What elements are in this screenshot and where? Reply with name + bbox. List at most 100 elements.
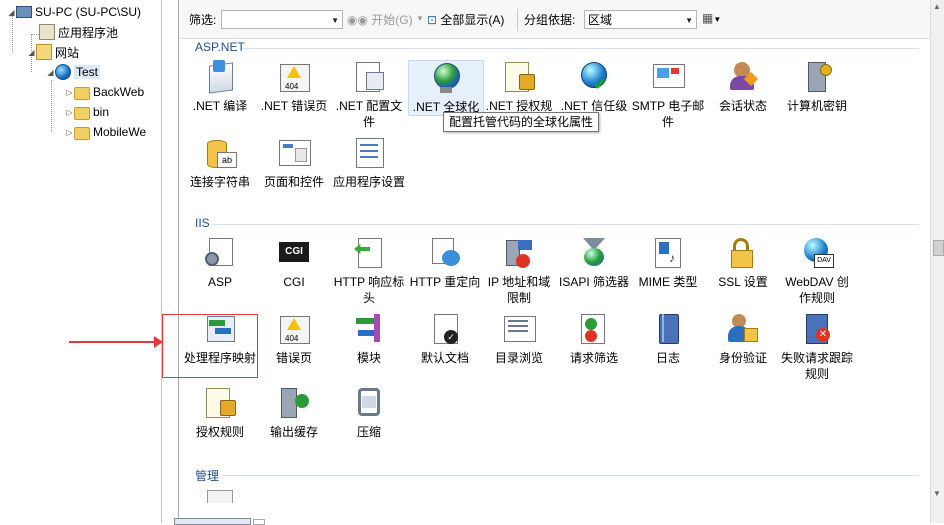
feature-asp[interactable]: ASP [183,236,257,290]
feature-net-trust-levels[interactable]: ✔ .NET 信任级 [557,60,631,114]
feature-pages-controls[interactable]: 页面和控件 [257,136,331,190]
content-view-tab[interactable] [253,519,265,525]
feature-webdav-authoring[interactable]: DAV WebDAV 创作规则 [780,236,854,306]
feature-authorization-rules[interactable]: 授权规则 [183,386,257,440]
feature-cgi[interactable]: CGI CGI [257,236,331,290]
tree-node-folder[interactable]: ▷ BackWeb [65,83,144,101]
feature-compression[interactable]: 压缩 [332,386,406,440]
feature-label: 模块 [356,351,381,365]
filter-toolbar: 筛选: ▼ ◉◉ 开始(G) ▼ ⊡ 全部显示(A) 分组依据: 区域 ▼ ▦▼ [179,0,931,39]
default-doc-icon: ✓ [428,312,462,346]
collapse-icon[interactable]: ◢ [46,68,55,77]
toolbar-separator [517,9,518,31]
feature-machine-key[interactable]: 计算机密钥 [780,60,854,114]
feature-label: 身份验证 [718,351,767,365]
feature-authentication[interactable]: 身份验证 [706,312,780,366]
feature-connection-strings[interactable]: ab 连接字符串 [183,136,257,190]
output-cache-icon [277,386,311,420]
expand-icon[interactable]: ▷ [65,88,74,97]
compile-icon [203,60,237,94]
scroll-up-icon[interactable]: ▲ [933,2,941,11]
feature-label: .NET 错误页 [260,99,328,113]
start-button[interactable]: ◉◉ 开始(G) [347,11,413,28]
feature-app-settings[interactable]: 应用程序设置 [332,136,406,190]
feature-net-profile[interactable]: .NET 配置文件 [332,60,406,130]
feature-http-redirect[interactable]: HTTP 重定向 [408,236,482,290]
feature-label: 输出缓存 [269,425,318,439]
expand-icon[interactable]: ▷ [65,108,74,117]
feature-mime-types[interactable]: ♪ MIME 类型 [631,236,705,290]
feature-label: MIME 类型 [638,275,698,289]
group-by-select[interactable]: 区域 ▼ [584,10,697,29]
feature-label: 页面和控件 [263,175,324,189]
feature-logging[interactable]: 日志 [631,312,705,366]
feature-label: 目录浏览 [494,351,543,365]
annotation-arrow [69,336,163,348]
tree-node-folder[interactable]: ▷ MobileWe [65,123,146,141]
error-page-icon: 404 [277,60,311,94]
tree-node-label: MobileWe [93,125,147,139]
tree-node-folder[interactable]: ▷ bin [65,103,109,121]
feature-failed-request-tracing[interactable]: ✕ 失败请求跟踪规则 [780,312,854,382]
feature-error-pages[interactable]: 404 错误页 [257,312,331,366]
feature-net-error-pages[interactable]: 404 .NET 错误页 [257,60,331,114]
vertical-scrollbar[interactable]: ▲ ▼ [930,0,944,523]
feature-directory-browsing[interactable]: 目录浏览 [482,312,556,366]
annotation-highlight-box [162,314,258,378]
feature-isapi-filters[interactable]: ISAPI 筛选器 [557,236,631,290]
feature-output-caching[interactable]: 输出缓存 [257,386,331,440]
globe-icon [55,64,71,80]
show-all-button[interactable]: ⊡ 全部显示(A) [427,11,504,28]
collapse-icon[interactable]: ◢ [7,8,16,17]
section-title-manage: 管理 [195,469,220,483]
scroll-thumb[interactable] [933,240,944,256]
dropdown-arrow-icon[interactable]: ▼ [331,11,339,30]
feature-net-authorization[interactable]: .NET 授权规 [482,60,556,114]
feature-net-compilation[interactable]: .NET 编译 [183,60,257,114]
view-button[interactable]: ▦▼ [702,11,721,25]
collapse-icon[interactable]: ◢ [27,48,36,57]
modules-icon [352,312,386,346]
binoculars-icon: ◉◉ [347,13,368,27]
group-by-label: 分组依据: [524,13,576,27]
pane-splitter[interactable] [161,0,162,523]
feature-label: 授权规则 [195,425,244,439]
feature-ssl-settings[interactable]: SSL 设置 [706,236,780,290]
expand-icon[interactable]: ▷ [65,128,74,137]
feature-http-response-headers[interactable]: HTTP 响应标头 [332,236,406,306]
feature-session-state[interactable]: 会话状态 [706,60,780,114]
feature-label: IP 地址和域限制 [487,275,551,305]
filter-input[interactable]: ▼ [221,10,343,29]
view-grid-icon: ▦ [702,11,714,25]
tree-node-label: BackWeb [93,85,145,99]
dropdown-arrow-icon[interactable]: ▼ [685,11,693,30]
pages-controls-icon [277,136,311,170]
feature-net-globalization[interactable]: .NET 全球化 [408,60,484,116]
feature-default-document[interactable]: ✓ 默认文档 [408,312,482,366]
log-icon [651,312,685,346]
scroll-down-icon[interactable]: ▼ [933,489,941,498]
tree-node-label: 网站 [55,45,80,60]
failed-request-icon: ✕ [800,312,834,346]
tree-node-server[interactable]: ◢ SU-PC (SU-PC\SU) [7,3,141,21]
start-label: 开始(G) [371,13,413,27]
tree-node-app-pools[interactable]: 应用程序池 [39,23,118,41]
tree-node-site-test[interactable]: ◢ Test [46,63,101,81]
feature-modules[interactable]: 模块 [332,312,406,366]
response-header-icon [352,236,386,270]
feature-ip-domain-restrictions[interactable]: IP 地址和域限制 [482,236,556,306]
start-dropdown-icon[interactable]: ▼ [416,14,424,23]
section-divider [213,224,919,225]
session-icon [726,60,760,94]
error-pages-icon: 404 [277,312,311,346]
feature-smtp-email[interactable]: SMTP 电子邮件 [631,60,705,130]
feature-request-filtering[interactable]: 请求筛选 [557,312,631,366]
feature-label: .NET 编译 [192,99,248,113]
smtp-icon [651,60,685,94]
tree-node-sites[interactable]: ◢ 网站 [27,43,79,61]
feature-label: WebDAV 创作规则 [785,275,849,305]
connection-string-icon: ab [203,136,237,170]
features-view-tab[interactable] [174,518,251,525]
request-filter-icon [577,312,611,346]
feature-label: 会话状态 [718,99,767,113]
